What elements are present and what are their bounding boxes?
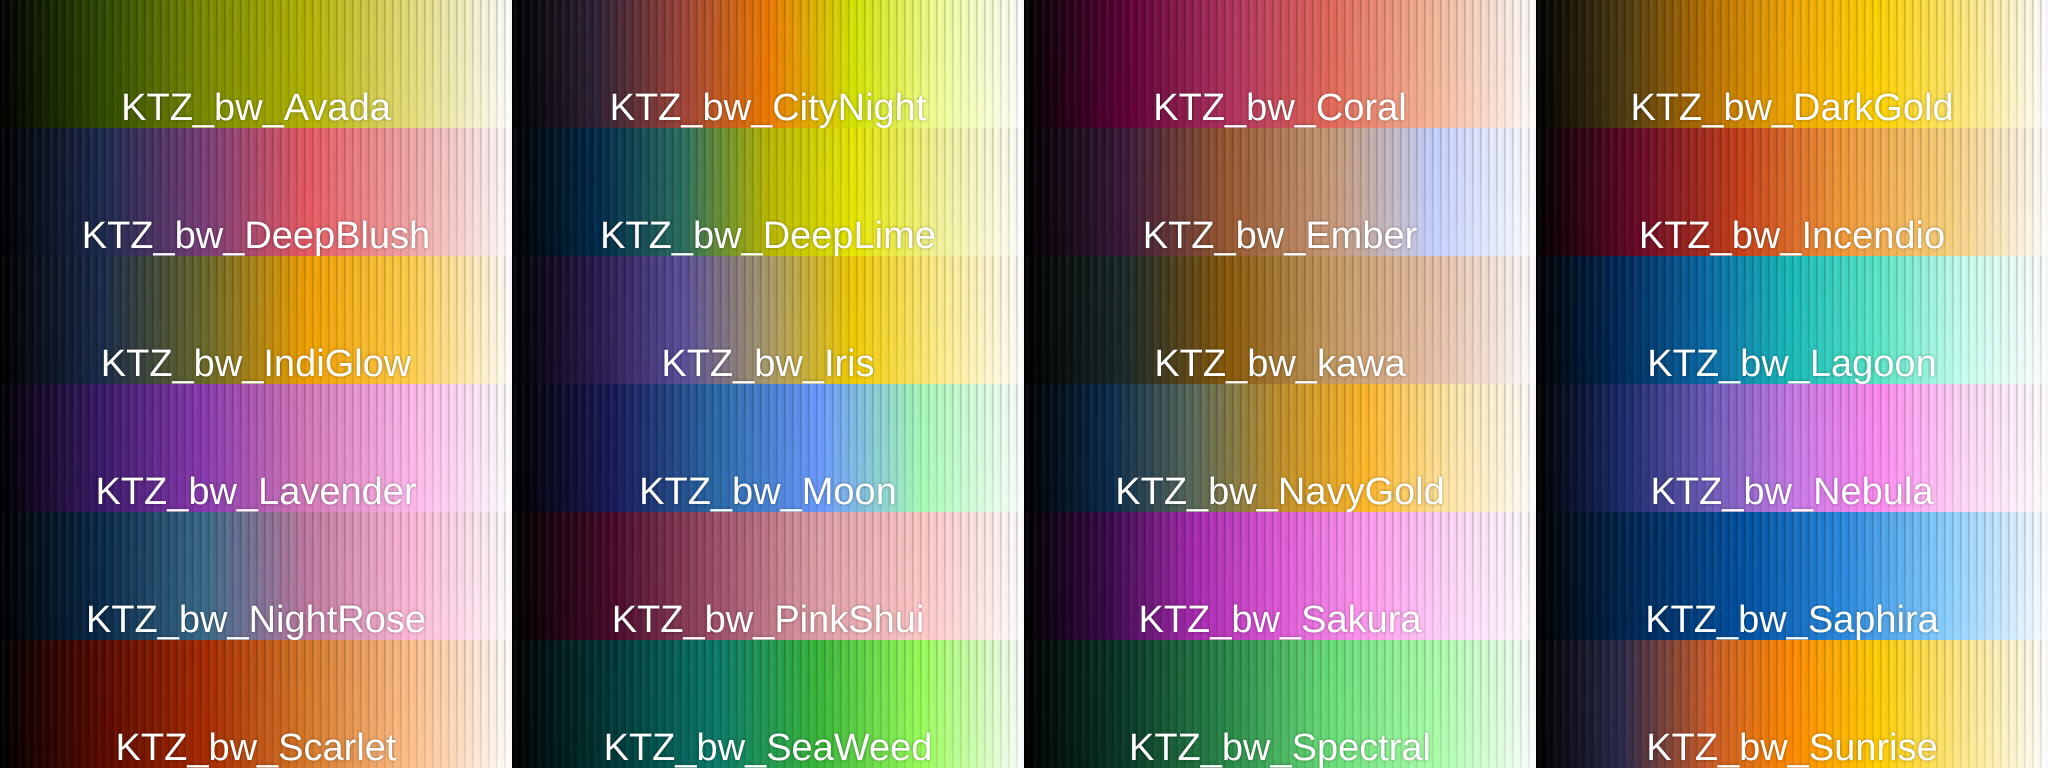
colormap-name-label: KTZ_bw_Sunrise [1646, 727, 1938, 768]
colormap-name-label: KTZ_bw_DeepLime [600, 215, 936, 256]
colormap-swatch: KTZ_bw_PinkShui [512, 512, 1024, 640]
colormap-name-label: KTZ_bw_Sakura [1138, 599, 1422, 640]
colormap-swatch: KTZ_bw_Lagoon [1536, 256, 2048, 384]
colormap-swatch: KTZ_bw_IndiGlow [0, 256, 512, 384]
colormap-swatch: KTZ_bw_Ember [1024, 128, 1536, 256]
colormap-swatch: KTZ_bw_SeaWeed [512, 640, 1024, 768]
colormap-name-label: KTZ_bw_Spectral [1128, 727, 1431, 768]
colormap-swatch: KTZ_bw_Incendio [1536, 128, 2048, 256]
colormap-name-label: KTZ_bw_Lagoon [1647, 343, 1937, 384]
colormap-name-label: KTZ_bw_DarkGold [1630, 87, 1954, 128]
colormap-name-label: KTZ_bw_SeaWeed [603, 727, 933, 768]
colormap-name-label: KTZ_bw_Avada [121, 87, 391, 128]
colormap-name-label: KTZ_bw_Scarlet [115, 727, 397, 768]
colormap-swatch: KTZ_bw_Coral [1024, 0, 1536, 128]
colormap-name-label: KTZ_bw_PinkShui [611, 599, 925, 640]
colormap-swatch: KTZ_bw_Iris [512, 256, 1024, 384]
colormap-name-label: KTZ_bw_Incendio [1638, 215, 1946, 256]
colormap-name-label: KTZ_bw_Nebula [1650, 471, 1934, 512]
colormap-name-label: KTZ_bw_NavyGold [1115, 471, 1445, 512]
colormap-name-label: KTZ_bw_Iris [661, 343, 875, 384]
colormap-swatch: KTZ_bw_Nebula [1536, 384, 2048, 512]
colormap-swatch: KTZ_bw_Sunrise [1536, 640, 2048, 768]
colormap-name-label: KTZ_bw_DeepBlush [81, 215, 431, 256]
colormap-swatch: KTZ_bw_kawa [1024, 256, 1536, 384]
colormap-name-label: KTZ_bw_Lavender [95, 471, 417, 512]
colormap-swatch: KTZ_bw_Avada [0, 0, 512, 128]
colormap-swatch: KTZ_bw_Saphira [1536, 512, 2048, 640]
colormap-swatch: KTZ_bw_Scarlet [0, 640, 512, 768]
colormap-swatch: KTZ_bw_DeepBlush [0, 128, 512, 256]
colormap-name-label: KTZ_bw_IndiGlow [100, 343, 412, 384]
colormap-swatch: KTZ_bw_NavyGold [1024, 384, 1536, 512]
colormap-swatch: KTZ_bw_DarkGold [1536, 0, 2048, 128]
colormap-name-label: KTZ_bw_kawa [1154, 343, 1406, 384]
colormap-name-label: KTZ_bw_NightRose [85, 599, 427, 640]
colormap-name-label: KTZ_bw_Coral [1153, 87, 1407, 128]
colormap-name-label: KTZ_bw_Saphira [1645, 599, 1939, 640]
colormap-swatch: KTZ_bw_NightRose [0, 512, 512, 640]
colormap-name-label: KTZ_bw_CityNight [609, 87, 927, 128]
colormap-swatch: KTZ_bw_Lavender [0, 384, 512, 512]
colormap-name-label: KTZ_bw_Ember [1142, 215, 1418, 256]
colormap-swatch: KTZ_bw_Moon [512, 384, 1024, 512]
colormap-swatch: KTZ_bw_DeepLime [512, 128, 1024, 256]
colormap-grid: KTZ_bw_Avada KTZ_bw_CityNight KTZ_bw_Coral… [0, 0, 2048, 768]
colormap-swatch: KTZ_bw_Sakura [1024, 512, 1536, 640]
colormap-swatch: KTZ_bw_Spectral [1024, 640, 1536, 768]
colormap-name-label: KTZ_bw_Moon [639, 471, 897, 512]
colormap-swatch: KTZ_bw_CityNight [512, 0, 1024, 128]
